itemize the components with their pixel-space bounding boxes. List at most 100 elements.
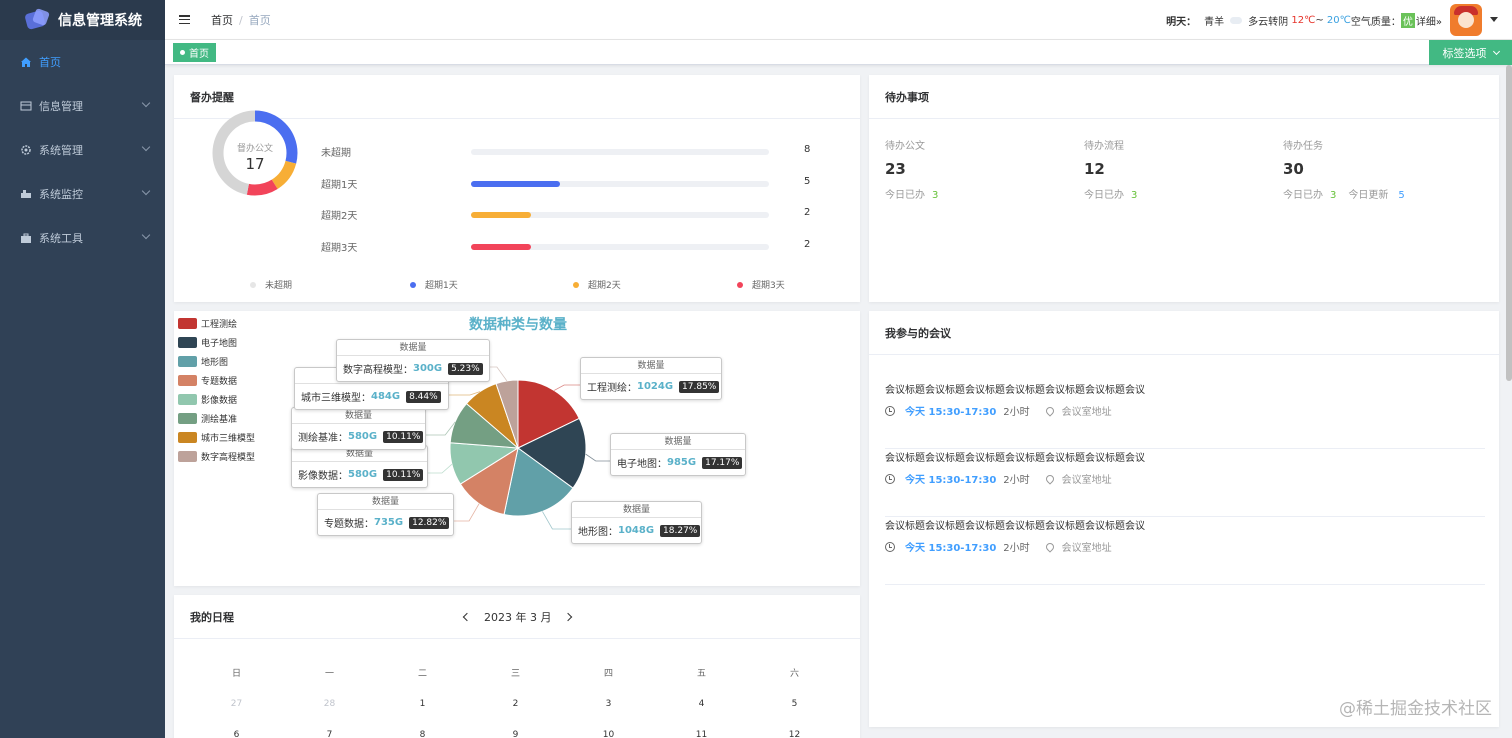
todo-tasks[interactable]: 待办任务 30 今日已办 3 今日更新 5 [1283,137,1463,201]
pie-legend-item[interactable]: 电子地图 [178,333,255,352]
calendar-day[interactable]: 11 [655,730,748,738]
tooltip-percent: 12.82% [409,516,450,529]
calendar-day[interactable]: 5 [748,699,841,709]
pie-legend-item[interactable]: 城市三维模型 [178,428,255,447]
pie-tooltip: 数据量 地形图： 1048G 18.27% [571,501,702,544]
progress-label: 未超期 [321,148,351,159]
calendar-day[interactable]: 28 [283,699,376,709]
pie-tooltip: 数据量 工程测绘： 1024G 17.85% [580,357,722,400]
calendar-day[interactable]: 10 [562,730,655,738]
calendar-day[interactable]: 6 [190,730,283,738]
todo-processes[interactable]: 待办流程 12 今日已办 3 [1084,137,1264,201]
legend-label: 专题数据 [201,377,238,387]
tooltip-value: 985G [667,457,697,468]
progress-fill [471,181,561,187]
card-title: 我参与的会议 [869,311,1499,355]
breadcrumb-item[interactable]: 首页 [211,14,233,27]
meeting-item[interactable]: 会议标题会议标题会议标题会议标题会议标题会议标题会议 今天 15:30-17:3… [885,517,1485,585]
air-quality-badge: 优 [1400,13,1415,28]
gear-icon [19,144,32,157]
tag-home[interactable]: 首页 [173,43,216,62]
meetings-card: 我参与的会议 会议标题会议标题会议标题会议标题会议标题会议标题会议 今天 15:… [869,311,1499,727]
progress-value: 2 [804,207,811,218]
calendar-weekdays: 日一二三四五六 [190,657,844,688]
tooltip-name: 城市三维模型 [301,393,361,404]
calendar-day[interactable]: 4 [655,699,748,709]
progress-label: 超期2天 [321,211,358,222]
tooltip-name: 数字高程模型 [343,365,403,376]
caret-down-icon[interactable] [1490,17,1498,22]
legend-label: 超期2天 [588,281,621,291]
sidebar-item-info[interactable]: 信息管理 [0,84,165,128]
tooltip-value: 1048G [618,525,655,536]
sidebar-item-home[interactable]: 首页 [0,40,165,84]
todo-documents[interactable]: 待办公文 23 今日已办 3 [885,137,1065,201]
progress-row: 未超期 8 [321,144,821,160]
legend-item[interactable]: 未超期 [250,278,292,291]
app-title: 信息管理系统 [58,13,142,29]
calendar-day[interactable]: 9 [469,730,562,738]
tooltip-percent: 17.17% [702,456,743,469]
todo-update-value: 5 [1398,190,1405,201]
legend-item[interactable]: 超期3天 [737,278,785,291]
meeting-item[interactable]: 会议标题会议标题会议标题会议标题会议标题会议标题会议 今天 15:30-17:3… [885,381,1485,449]
temp-high: 12℃ [1291,15,1316,26]
progress-fill [471,244,531,250]
prev-month-icon[interactable] [462,612,472,622]
legend-swatch [178,394,197,405]
avatar[interactable] [1450,4,1482,36]
calendar-weekday: 一 [324,669,334,679]
legend-label: 数字高程模型 [201,453,256,463]
tooltip-value: 300G [413,363,443,374]
legend-label: 工程测绘 [201,320,238,330]
pie-legend-item[interactable]: 地形图 [178,352,255,371]
hamburger-icon[interactable] [179,15,190,24]
calendar-weekday: 四 [603,669,613,679]
weather-city: 青羊 [1204,17,1225,28]
legend-item[interactable]: 超期2天 [573,278,621,291]
pie-legend-item[interactable]: 数字高程模型 [178,447,255,466]
calendar-day[interactable]: 1 [376,699,469,709]
pie-legend-item[interactable]: 影像数据 [178,390,255,409]
meeting-time: 今天 15:30-17:30 [905,543,997,554]
page-scrollbar[interactable] [1506,65,1512,381]
pie-legend-item[interactable]: 专题数据 [178,371,255,390]
todo-done-value: 3 [1330,190,1337,201]
calendar-week: 6 7 8 9 10 11 12 [190,719,844,738]
weather-detail-link[interactable]: 详细» [1416,13,1442,28]
calendar-day[interactable]: 12 [748,730,841,738]
sidebar-item-system[interactable]: 系统管理 [0,128,165,172]
location-icon [1044,472,1056,485]
meeting-item[interactable]: 会议标题会议标题会议标题会议标题会议标题会议标题会议 今天 15:30-17:3… [885,449,1485,517]
calendar-day[interactable]: 27 [190,699,283,709]
tooltip-header: 数据量 [611,434,745,450]
todo-label: 待办流程 [1084,141,1124,152]
calendar-day[interactable]: 2 [469,699,562,709]
legend-swatch [178,356,197,367]
pie-legend-item[interactable]: 工程测绘 [178,314,255,333]
pie-legend: 工程测绘电子地图 地形图专题数据影像数据测绘基准城市三维模型 数字高程模型 [178,314,255,466]
legend-label: 城市三维模型 [201,434,256,444]
clock-icon [885,405,895,416]
calendar-day[interactable]: 7 [283,730,376,738]
calendar-day[interactable]: 3 [562,699,655,709]
todo-update-label: 今日更新 [1348,190,1389,201]
tooltip-name: 电子地图 [617,459,657,470]
sidebar-item-label: 系统工具 [39,232,83,245]
progress-row: 超期3天 2 [321,239,821,255]
tooltip-value: 484G [371,391,401,402]
sidebar-item-tools[interactable]: 系统工具 [0,216,165,260]
tag-options-button[interactable]: 标签选项 [1429,40,1512,65]
calendar-day[interactable]: 8 [376,730,469,738]
tooltip-value: 580G [348,431,378,442]
next-month-icon[interactable] [564,612,573,622]
legend-swatch [178,318,197,329]
legend-item[interactable]: 超期1天 [410,278,458,291]
sidebar-item-monitor[interactable]: 系统监控 [0,172,165,216]
legend-label: 影像数据 [201,396,238,406]
pie-legend-item[interactable]: 测绘基准 [178,409,255,428]
progress-value: 8 [804,144,811,155]
tooltip-value: 735G [374,517,404,528]
app-logo[interactable]: 信息管理系统 [0,0,165,40]
breadcrumb-item: 首页 [248,13,271,27]
